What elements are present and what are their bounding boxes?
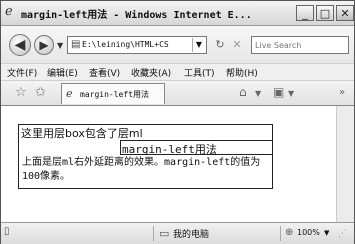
back-button[interactable]: ◀ xyxy=(9,34,31,56)
ml-layer-text: margin-left用法 xyxy=(122,143,217,156)
close-button[interactable]: ✕ xyxy=(336,5,354,21)
title-bar: ℯ margin-left用法 - Windows Internet E... … xyxy=(1,1,354,26)
menu-favorites[interactable]: 收藏夹(A) xyxy=(131,66,171,79)
maximize-button[interactable]: □ xyxy=(316,5,334,21)
refresh-icon[interactable]: ↻ xyxy=(212,37,228,53)
stop-icon[interactable]: ✕ xyxy=(229,37,245,53)
tab-page-icon: ℯ xyxy=(66,87,73,100)
zoom-level[interactable]: 100% xyxy=(297,228,320,237)
feeds-dropdown-icon[interactable]: ▼ xyxy=(288,89,294,98)
address-bar[interactable]: ▤ E:\leining\HTML+CS ▼ xyxy=(67,36,207,54)
description-text: 上面是层ml右外延距离的效果。margin-left的值为100像素。 xyxy=(22,157,261,182)
tab-active[interactable]: ℯ margin-left用法 xyxy=(61,83,165,104)
page-content: 这里用层box包含了层ml margin-left用法 上面是层ml右外延距离的… xyxy=(1,105,354,222)
status-divider xyxy=(280,226,281,241)
tab-label: margin-left用法 xyxy=(80,90,149,99)
status-bar: ▯ ▭ 我的电脑 ⊕ 100% ▼ ⋰ xyxy=(1,222,354,244)
forward-button[interactable]: ▶ xyxy=(34,35,54,55)
status-message-icon: ▯ xyxy=(4,226,10,237)
navigation-bar: ◀ ▶ ▼ ▤ E:\leining\HTML+CS ▼ ↻ ✕ xyxy=(1,26,354,63)
box-layer-text: 这里用层box包含了层ml xyxy=(21,127,143,140)
zone-label: 我的电脑 xyxy=(173,230,210,240)
menu-tools[interactable]: 工具(T) xyxy=(184,66,215,79)
add-favorite-icon[interactable]: ✩ xyxy=(35,85,46,100)
search-input[interactable] xyxy=(252,37,350,53)
recent-pages-dropdown[interactable]: ▼ xyxy=(57,41,63,50)
computer-icon: ▭ xyxy=(159,227,170,240)
minimize-button[interactable]: _ xyxy=(296,5,314,21)
menu-view[interactable]: 查看(V) xyxy=(89,66,120,79)
page-icon: ▤ xyxy=(71,39,81,50)
resize-grip-icon[interactable]: ⋰ xyxy=(338,229,347,239)
zoom-dropdown-icon[interactable]: ▼ xyxy=(324,229,329,237)
ie-logo-icon: ℯ xyxy=(5,4,13,19)
menu-help[interactable]: 帮助(H) xyxy=(226,66,258,79)
status-divider xyxy=(153,226,154,241)
address-text[interactable]: E:\leining\HTML+CS xyxy=(82,40,194,49)
more-icon[interactable]: » xyxy=(339,87,345,98)
box-layer: 这里用层box包含了层ml margin-left用法 上面是层ml右外延距离的… xyxy=(18,124,273,189)
feeds-icon[interactable]: ▣ xyxy=(273,85,284,99)
ml-layer: margin-left用法 xyxy=(120,140,273,156)
home-dropdown-icon[interactable]: ▼ xyxy=(255,89,261,98)
browser-window: ℯ margin-left用法 - Windows Internet E... … xyxy=(0,0,355,244)
menu-bar: 文件(F) 编辑(E) 查看(V) 收藏夹(A) 工具(T) 帮助(H) xyxy=(1,63,354,80)
magnifier-icon[interactable]: ⊕ xyxy=(285,227,293,238)
menu-file[interactable]: 文件(F) xyxy=(7,66,37,79)
star-icon[interactable]: ☆ xyxy=(15,85,27,100)
tab-bar: ☆ ✩ ℯ margin-left用法 ⌂ ▼ ▣ ▼ » xyxy=(1,80,354,106)
window-title: margin-left用法 - Windows Internet E... xyxy=(21,10,252,21)
menu-edit[interactable]: 编辑(E) xyxy=(47,66,78,79)
home-icon[interactable]: ⌂ xyxy=(239,85,247,99)
address-dropdown[interactable]: ▼ xyxy=(192,38,205,52)
vertical-scrollbar[interactable] xyxy=(336,106,354,222)
search-box[interactable] xyxy=(251,36,350,54)
